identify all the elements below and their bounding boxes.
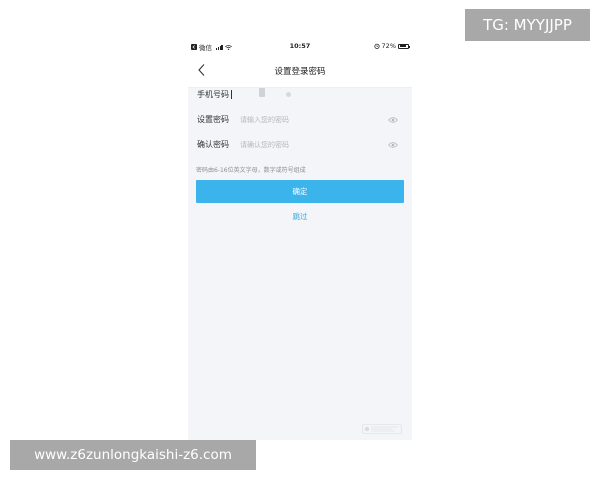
confirm-password-label: 确认密码 <box>197 140 229 149</box>
phone-screen: 微信 10:57 72% 设置登录密码 手机号码 设置密码 请输入您的密码 确认… <box>188 38 412 440</box>
tg-overlay-badge: TG: MYYJJPP <box>465 9 590 41</box>
confirm-button[interactable]: 确定 <box>196 180 404 203</box>
confirm-password-input[interactable]: 请确认您的密码 <box>240 140 289 150</box>
status-right: 72% <box>373 42 410 50</box>
url-overlay-badge: www.z6zunlongkaishi-z6.com <box>10 440 256 470</box>
password-input[interactable]: 请输入您的密码 <box>240 115 289 125</box>
text-cursor <box>231 90 232 99</box>
alarm-icon <box>373 43 380 49</box>
battery-icon <box>398 43 410 49</box>
baidu-watermark-icon <box>362 424 402 434</box>
phone-masked-value-dot <box>286 92 291 97</box>
phone-row[interactable]: 手机号码 <box>188 84 412 109</box>
battery-percent: 72% <box>381 42 396 50</box>
password-label: 设置密码 <box>197 115 229 124</box>
page-title: 设置登录密码 <box>274 67 326 77</box>
eye-icon[interactable] <box>388 141 398 149</box>
status-bar: 微信 10:57 72% <box>188 38 412 54</box>
password-row[interactable]: 设置密码 请输入您的密码 <box>188 109 412 134</box>
battery-fill <box>399 45 406 47</box>
phone-masked-value <box>259 88 265 97</box>
phone-label: 手机号码 <box>197 90 229 99</box>
skip-link[interactable]: 跳过 <box>188 211 412 222</box>
password-hint: 密码由6-16位英文字母，数字或符号组成 <box>196 167 306 174</box>
nav-bar: 设置登录密码 <box>188 54 412 88</box>
eye-icon[interactable] <box>388 116 398 124</box>
confirm-password-row[interactable]: 确认密码 请确认您的密码 <box>188 134 412 159</box>
